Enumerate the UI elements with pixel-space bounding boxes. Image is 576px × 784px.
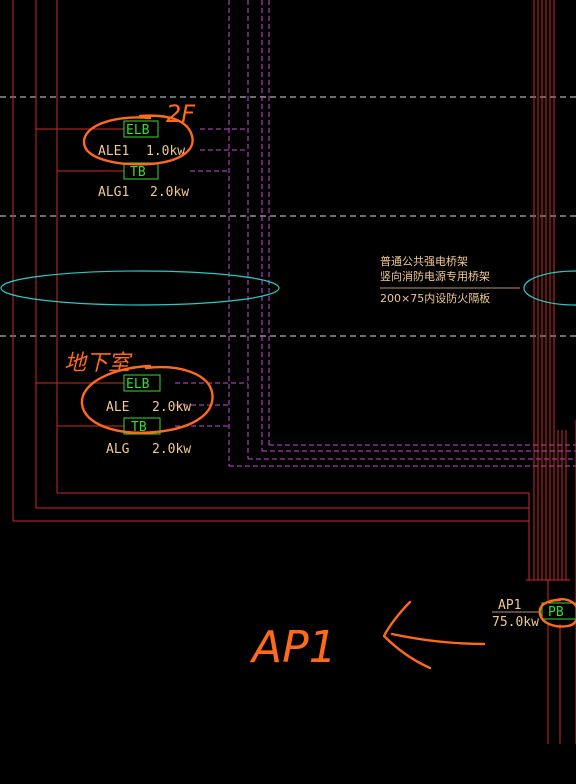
breaker-box-label: ELB [126, 377, 150, 392]
main-panel-ap1[interactable]: AP1 75.0kw PB [492, 598, 576, 630]
main-panel-power: 75.0kw [492, 615, 539, 630]
panel-name: ALG1 [98, 185, 129, 200]
panel-power: 2.0kw [150, 185, 189, 200]
arrow-left-icon [382, 600, 486, 670]
main-breaker-box-label: PB [548, 605, 564, 620]
cad-drawing-canvas: 普通公共强电桥架 竖向消防电源专用桥架 200×75内设防火隔板 ELB ALE… [0, 0, 576, 744]
tray-note-line3: 200×75内设防火隔板 [380, 291, 490, 305]
main-panel-name: AP1 [498, 598, 521, 613]
ellipse-left [0, 270, 280, 306]
panel-name: ALG [106, 442, 130, 457]
breaker-box-label: TB [130, 165, 146, 180]
circle-ale [80, 364, 214, 434]
handwritten-ap1: AP1 [249, 622, 337, 673]
panel-ale[interactable]: ELB ALE 2.0kw [106, 374, 191, 415]
handwritten-2f: 2F [166, 100, 196, 128]
tray-note-line2: 竖向消防电源专用桥架 [380, 269, 490, 283]
panel-power: 2.0kw [152, 442, 191, 457]
tray-note-line1: 普通公共强电桥架 [380, 254, 468, 268]
tray-note: 普通公共强电桥架 竖向消防电源专用桥架 200×75内设防火隔板 [380, 254, 520, 305]
panel-alg[interactable]: TB ALG 2.0kw [106, 417, 191, 457]
cable-tray-dashed [175, 0, 576, 467]
panel-name: ALE [106, 400, 129, 415]
panel-alg1[interactable]: TB ALG1 2.0kw [98, 162, 189, 200]
breaker-box-label: ELB [126, 123, 150, 138]
handwritten-basement: 地下室 [64, 351, 133, 376]
panel-name: ALE1 [98, 144, 129, 159]
panel-power: 2.0kw [152, 400, 191, 415]
